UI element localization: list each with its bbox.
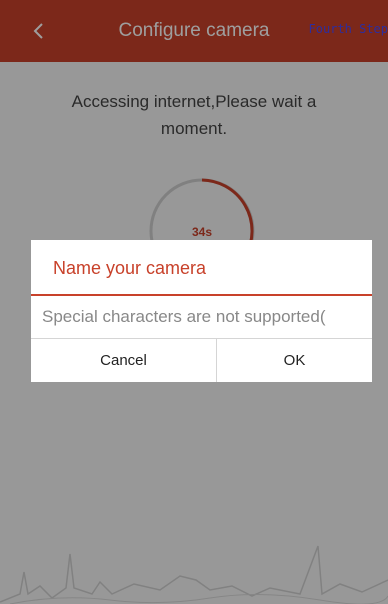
ok-button[interactable]: OK bbox=[217, 339, 372, 382]
cancel-button[interactable]: Cancel bbox=[31, 339, 216, 382]
dialog-title: Name your camera bbox=[53, 258, 207, 278]
name-camera-dialog: Name your camera Cancel OK bbox=[31, 240, 372, 382]
modal-overlay: Name your camera Cancel OK bbox=[0, 0, 388, 604]
camera-name-input[interactable] bbox=[31, 296, 372, 338]
